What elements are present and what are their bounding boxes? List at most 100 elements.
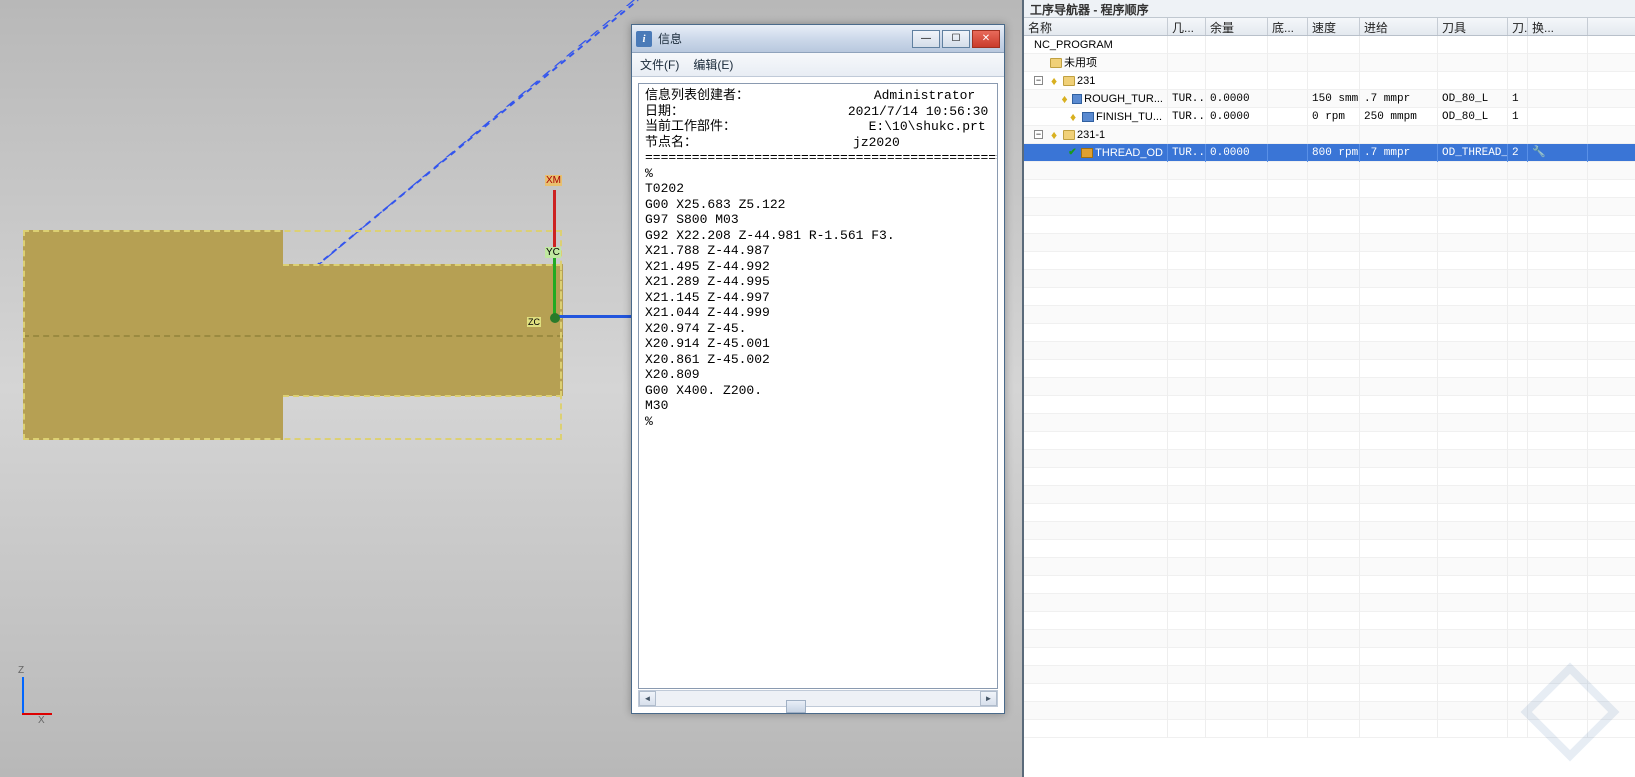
folder-icon bbox=[1063, 130, 1075, 140]
cell-rem: 0.0000 bbox=[1206, 108, 1268, 126]
scroll-left-button[interactable]: ◄ bbox=[639, 691, 656, 706]
minimize-button[interactable]: — bbox=[912, 30, 940, 48]
cell-spd bbox=[1308, 72, 1360, 90]
row-name-cell[interactable]: −♦231-1 bbox=[1024, 126, 1168, 144]
col-toolnum[interactable]: 刀... bbox=[1508, 18, 1528, 35]
row-name-cell[interactable]: ♦ROUGH_TUR... bbox=[1024, 90, 1168, 108]
navigator-title: 工序导航器 - 程序顺序 bbox=[1024, 0, 1635, 18]
centerline bbox=[23, 335, 563, 337]
cell-ch bbox=[1528, 54, 1588, 72]
info-icon: i bbox=[636, 31, 652, 47]
bulb-icon: ♦ bbox=[1047, 74, 1061, 88]
info-window[interactable]: i 信息 — ☐ ✕ 文件(F) 编辑(E) 信息列表创建者： Administ… bbox=[631, 24, 1005, 714]
cell-tn: 2 bbox=[1508, 144, 1528, 162]
empty-row bbox=[1024, 270, 1635, 288]
tree-row[interactable]: −♦231 bbox=[1024, 72, 1635, 90]
operation-navigator: 工序导航器 - 程序顺序 名称 几... 余量 底... 速度 进给 刀具 刀.… bbox=[1022, 0, 1635, 777]
cell-bot bbox=[1268, 108, 1308, 126]
row-name-cell[interactable]: −♦231 bbox=[1024, 72, 1168, 90]
grid-header: 名称 几... 余量 底... 速度 进给 刀具 刀... 换... bbox=[1024, 18, 1635, 36]
cell-tool bbox=[1438, 126, 1508, 144]
col-change[interactable]: 换... bbox=[1528, 18, 1588, 35]
cell-tn: 1 bbox=[1508, 108, 1528, 126]
triad-z-label: Z bbox=[18, 665, 24, 676]
empty-row bbox=[1024, 594, 1635, 612]
cell-feed: .7 mmpr bbox=[1360, 144, 1438, 162]
menu-edit[interactable]: 编辑(E) bbox=[693, 56, 733, 73]
cell-rem bbox=[1206, 72, 1268, 90]
close-button[interactable]: ✕ bbox=[972, 30, 1000, 48]
expand-toggle[interactable]: − bbox=[1034, 76, 1043, 85]
cell-tool: OD_THREAD_L bbox=[1438, 144, 1508, 162]
cell-tool: OD_80_L bbox=[1438, 108, 1508, 126]
h-scrollbar[interactable]: ◄ ► bbox=[638, 690, 998, 707]
menu-file[interactable]: 文件(F) bbox=[640, 56, 679, 73]
scroll-right-button[interactable]: ► bbox=[980, 691, 997, 706]
row-name-cell[interactable]: 未用项 bbox=[1024, 54, 1168, 72]
cell-tool bbox=[1438, 36, 1508, 54]
row-name-cell[interactable]: NC_PROGRAM bbox=[1024, 36, 1168, 54]
cell-tn: 1 bbox=[1508, 90, 1528, 108]
operation-icon bbox=[1081, 148, 1093, 158]
cell-spd: 800 rpm bbox=[1308, 144, 1360, 162]
empty-row bbox=[1024, 558, 1635, 576]
scroll-thumb[interactable] bbox=[786, 700, 806, 713]
bulb-icon: ♦ bbox=[1059, 92, 1070, 106]
tree-row[interactable]: ♦FINISH_TU...TUR...0.00000 rpm250 mmpmOD… bbox=[1024, 108, 1635, 126]
cell-spd: 150 smm bbox=[1308, 90, 1360, 108]
col-remaining[interactable]: 余量 bbox=[1206, 18, 1268, 35]
tree-row[interactable]: 未用项 bbox=[1024, 54, 1635, 72]
yc-label: YC bbox=[545, 247, 561, 258]
empty-row bbox=[1024, 360, 1635, 378]
xm-label: XM bbox=[545, 175, 562, 186]
info-titlebar[interactable]: i 信息 — ☐ ✕ bbox=[632, 25, 1004, 53]
bulb-icon: ♦ bbox=[1066, 110, 1080, 124]
empty-row bbox=[1024, 612, 1635, 630]
cell-tool bbox=[1438, 72, 1508, 90]
operation-tree[interactable]: NC_PROGRAM未用项−♦231♦ROUGH_TUR...TUR...0.0… bbox=[1024, 36, 1635, 738]
cell-feed bbox=[1360, 72, 1438, 90]
cell-feed: .7 mmpr bbox=[1360, 90, 1438, 108]
row-label: 未用项 bbox=[1064, 54, 1097, 72]
empty-row bbox=[1024, 342, 1635, 360]
tree-row[interactable]: NC_PROGRAM bbox=[1024, 36, 1635, 54]
cell-tn bbox=[1508, 126, 1528, 144]
info-window-title: 信息 bbox=[658, 30, 912, 47]
info-text-area[interactable]: 信息列表创建者： Administrator 日期： 2021/7/14 10:… bbox=[638, 83, 998, 689]
row-label: THREAD_OD bbox=[1095, 144, 1163, 162]
expand-toggle[interactable]: − bbox=[1034, 130, 1043, 139]
maximize-button[interactable]: ☐ bbox=[942, 30, 970, 48]
cell-rem bbox=[1206, 126, 1268, 144]
col-tool[interactable]: 刀具 bbox=[1438, 18, 1508, 35]
row-name-cell[interactable]: ♦FINISH_TU... bbox=[1024, 108, 1168, 126]
col-speed[interactable]: 速度 bbox=[1308, 18, 1360, 35]
empty-row bbox=[1024, 324, 1635, 342]
cell-geo bbox=[1168, 54, 1206, 72]
folder-icon bbox=[1063, 76, 1075, 86]
triad-z-axis bbox=[22, 677, 24, 713]
col-bottom[interactable]: 底... bbox=[1268, 18, 1308, 35]
empty-row bbox=[1024, 576, 1635, 594]
triad-x-label: X bbox=[38, 715, 45, 726]
tree-row[interactable]: −♦231-1 bbox=[1024, 126, 1635, 144]
empty-row bbox=[1024, 630, 1635, 648]
cell-spd bbox=[1308, 126, 1360, 144]
cell-rem bbox=[1206, 54, 1268, 72]
xm-axis bbox=[553, 190, 556, 250]
zc-label: ZC bbox=[527, 317, 541, 327]
col-feed[interactable]: 进给 bbox=[1360, 18, 1438, 35]
row-name-cell[interactable]: ✔THREAD_OD bbox=[1024, 144, 1168, 162]
cell-geo bbox=[1168, 36, 1206, 54]
xc-axis bbox=[555, 315, 635, 318]
empty-row bbox=[1024, 162, 1635, 180]
col-geometry[interactable]: 几... bbox=[1168, 18, 1206, 35]
cell-bot bbox=[1268, 54, 1308, 72]
empty-row bbox=[1024, 684, 1635, 702]
tree-row[interactable]: ♦ROUGH_TUR...TUR...0.0000150 smm.7 mmprO… bbox=[1024, 90, 1635, 108]
cell-geo: TUR... bbox=[1168, 144, 1206, 162]
view-triad[interactable]: Z X bbox=[0, 677, 60, 737]
cell-bot bbox=[1268, 72, 1308, 90]
tree-row[interactable]: ✔THREAD_ODTUR...0.0000800 rpm.7 mmprOD_T… bbox=[1024, 144, 1635, 162]
row-label: 231-1 bbox=[1077, 126, 1105, 144]
col-name[interactable]: 名称 bbox=[1024, 18, 1168, 35]
